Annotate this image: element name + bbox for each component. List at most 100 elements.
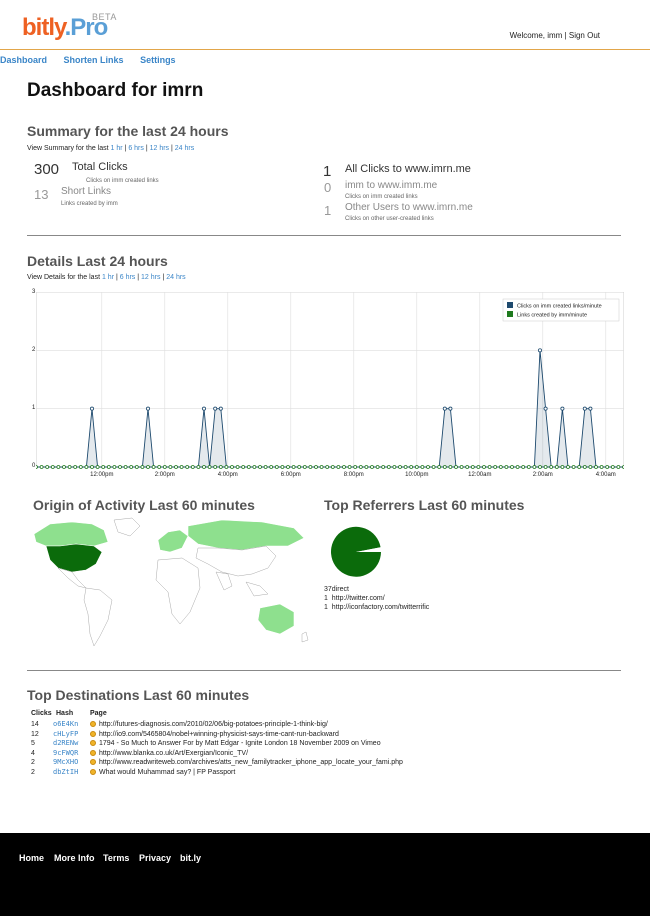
links-point bbox=[594, 465, 598, 469]
clicks-point bbox=[537, 348, 542, 353]
links-point bbox=[342, 465, 346, 469]
links-point bbox=[286, 465, 290, 469]
referrer-label: http://iconfactory.com/twitterrific bbox=[331, 604, 430, 611]
footer-more-info-link[interactable]: More Info bbox=[54, 853, 95, 863]
y-tick-3: 3 bbox=[32, 289, 36, 295]
row-hash-link[interactable]: dbZtIH bbox=[53, 768, 90, 776]
table-row: 14 o6E4Kn http://futures-diagnosis.com/201… bbox=[31, 720, 403, 730]
links-point bbox=[560, 465, 565, 469]
clicks-point bbox=[442, 406, 447, 411]
nav-settings[interactable]: Settings bbox=[140, 55, 176, 65]
links-point bbox=[454, 465, 458, 469]
summary-range-1hr[interactable]: 1 hr bbox=[111, 145, 123, 152]
referrer-count: 37 bbox=[324, 586, 332, 593]
y-tick-2: 2 bbox=[32, 347, 36, 353]
links-point bbox=[252, 465, 257, 469]
info-icon[interactable] bbox=[90, 749, 96, 756]
row-hash-link[interactable]: o6E4Kn bbox=[53, 720, 90, 728]
row-clicks: 5 bbox=[31, 740, 35, 748]
links-point bbox=[207, 465, 212, 469]
links-point bbox=[370, 465, 374, 469]
links-point bbox=[426, 465, 430, 469]
x-tick-label: 12:00pm bbox=[90, 472, 113, 478]
info-icon[interactable] bbox=[90, 730, 96, 737]
footer-terms-link[interactable]: Terms bbox=[103, 853, 129, 863]
x-tick-label: 2:00pm bbox=[155, 472, 175, 478]
other-users-sub: Clicks on other user-created links bbox=[345, 216, 434, 222]
links-point bbox=[291, 465, 296, 469]
clicks-point bbox=[90, 406, 95, 411]
links-point bbox=[56, 465, 61, 469]
row-hash-link[interactable]: 9McXHO bbox=[53, 758, 90, 766]
info-icon[interactable] bbox=[90, 721, 96, 727]
footer-bitly-link[interactable]: bit.ly bbox=[180, 853, 201, 863]
links-point bbox=[577, 465, 582, 469]
origin-title: Origin of Activity Last 60 minutes bbox=[33, 497, 255, 513]
destinations-table: Clicks Hash Page 14 o6E4Kn http://futures-di… bbox=[31, 710, 403, 778]
referrers-title: Top Referrers Last 60 minutes bbox=[324, 497, 525, 513]
table-row: 5 d2RENw 1794 - So Much to Answer For by M… bbox=[31, 739, 403, 749]
row-hash-link[interactable]: cHLyFP bbox=[53, 730, 90, 738]
links-point bbox=[482, 465, 486, 469]
details-range-1hr[interactable]: 1 hr bbox=[102, 274, 114, 281]
links-point bbox=[543, 465, 548, 469]
other-users-label: Other Users to www.imrn.me bbox=[345, 202, 473, 213]
row-hash-link[interactable]: 9cFWQR bbox=[53, 749, 90, 757]
all-clicks-label: All Clicks to www.imrn.me bbox=[345, 163, 471, 175]
links-point bbox=[610, 465, 615, 469]
details-range-6hrs[interactable]: 6 hrs bbox=[120, 274, 136, 281]
links-point bbox=[336, 465, 341, 469]
links-point bbox=[73, 465, 78, 469]
details-range-selector: View Details for the last 1 hr | 6 hrs |… bbox=[27, 274, 186, 281]
links-point bbox=[549, 465, 554, 469]
page-title: Dashboard for imrn bbox=[27, 80, 204, 101]
total-clicks-value: 300 bbox=[34, 161, 60, 178]
x-axis-ticks: 12:00pm 2:00pm 4:00pm 6:00pm 8:00pm 10:00pm 12… bbox=[90, 472, 616, 478]
summary-range-12hrs[interactable]: 12 hrs bbox=[150, 145, 169, 152]
legend-label-links: Links created by imm/minute bbox=[517, 313, 587, 319]
col-clicks-header: Clicks bbox=[31, 710, 52, 717]
details-range-24hrs[interactable]: 24 hrs bbox=[166, 274, 185, 281]
destinations-header-row: Clicks Hash Page bbox=[31, 710, 403, 720]
row-hash-link[interactable]: d2RENw bbox=[53, 739, 90, 747]
info-icon[interactable] bbox=[90, 740, 96, 747]
links-point bbox=[398, 465, 402, 469]
referrer-label: direct bbox=[331, 586, 349, 593]
links-point bbox=[174, 465, 178, 469]
details-range-prefix: View Details for the last bbox=[27, 274, 101, 281]
footer-home-link[interactable]: Home bbox=[19, 853, 44, 863]
referrer-count: 1 bbox=[324, 595, 328, 602]
links-point bbox=[319, 465, 324, 469]
summary-range-6hrs[interactable]: 6 hrs bbox=[128, 145, 144, 152]
info-icon[interactable] bbox=[90, 759, 96, 766]
destinations-title: Top Destinations Last 60 minutes bbox=[27, 687, 250, 703]
details-range-12hrs[interactable]: 12 hrs bbox=[141, 274, 160, 281]
links-point bbox=[67, 465, 72, 469]
links-point bbox=[112, 465, 117, 469]
clicks-point bbox=[448, 406, 453, 411]
links-point bbox=[330, 465, 335, 469]
main-nav: Dashboard Shorten Links Settings bbox=[0, 55, 190, 65]
nav-shorten-links[interactable]: Shorten Links bbox=[64, 55, 124, 65]
other-users-value: 1 bbox=[324, 203, 332, 218]
links-point bbox=[532, 465, 537, 469]
nav-dashboard[interactable]: Dashboard bbox=[0, 55, 47, 65]
y-tick-0: 0 bbox=[32, 463, 36, 469]
links-point bbox=[157, 465, 162, 469]
links-point bbox=[146, 465, 150, 469]
legend-swatch-links bbox=[507, 311, 513, 317]
welcome-sign-out[interactable]: Welcome, imm | Sign Out bbox=[510, 31, 600, 40]
links-point bbox=[403, 465, 408, 469]
links-point bbox=[437, 465, 442, 469]
links-point bbox=[414, 465, 419, 469]
summary-range-24hrs[interactable]: 24 hrs bbox=[175, 145, 194, 152]
info-icon[interactable] bbox=[90, 768, 96, 775]
row-clicks: 4 bbox=[31, 749, 35, 757]
footer-privacy-link[interactable]: Privacy bbox=[139, 853, 171, 863]
links-point bbox=[538, 465, 542, 469]
links-point bbox=[302, 465, 307, 469]
x-tick-label: 4:00pm bbox=[218, 472, 238, 478]
table-row: 12 cHLyFP http://io9.com/5465804/nobel+win… bbox=[31, 730, 403, 740]
links-point bbox=[409, 465, 414, 469]
row-page: What would Muhammad say? | FP Passport bbox=[99, 768, 236, 776]
